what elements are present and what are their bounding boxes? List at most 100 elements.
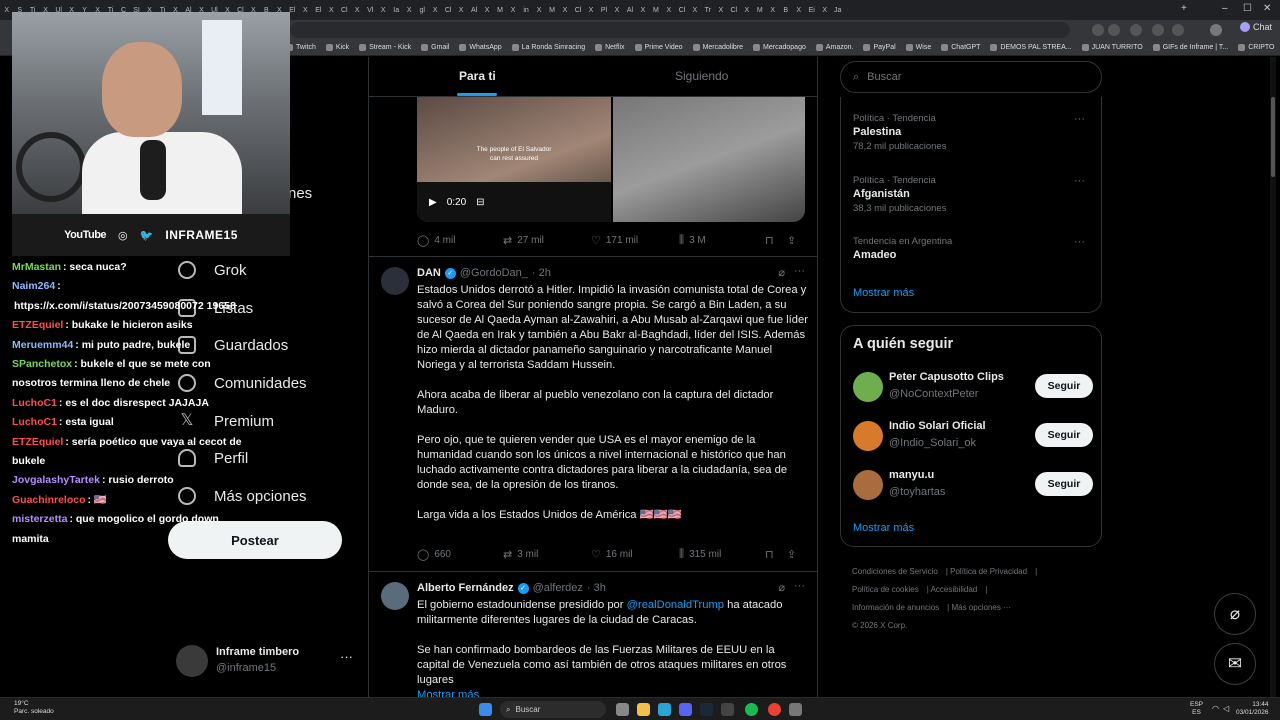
like-button[interactable]: ♡ 171 mil: [591, 234, 679, 247]
browser-tab[interactable]: X: [766, 3, 779, 17]
gemini-chat-button[interactable]: Chat: [1239, 22, 1272, 32]
sidebar-icon[interactable]: [1172, 24, 1184, 36]
tab-para-ti[interactable]: Para ti: [459, 69, 496, 83]
follow-button[interactable]: Seguir: [1035, 374, 1093, 398]
bookmark-item[interactable]: Stream - Kick: [359, 44, 411, 51]
browser-tab[interactable]: Cl: [442, 3, 455, 17]
mention-link[interactable]: @realDonaldTrump: [627, 599, 724, 611]
browser-tab[interactable]: El: [312, 3, 325, 17]
follow-suggestion[interactable]: manyu.u @toyhartas Seguir: [853, 468, 1093, 504]
more-horizontal-icon[interactable]: ···: [794, 265, 805, 277]
browser-tab[interactable]: X: [585, 3, 598, 17]
browser-tab[interactable]: Cl: [728, 3, 741, 17]
post-dan[interactable]: DAN ✓ @GordoDan_ · 2h ⌀ ··· Estados Unid…: [369, 256, 817, 571]
browser-tab[interactable]: X: [507, 3, 520, 17]
avatar[interactable]: [853, 372, 883, 402]
browser-tab[interactable]: X: [403, 3, 416, 17]
messages-fab-button[interactable]: ✉: [1214, 643, 1256, 685]
more-horizontal-icon[interactable]: ···: [1074, 175, 1085, 187]
views-button[interactable]: ⫼ 3 M: [679, 234, 765, 247]
tab-siguiendo[interactable]: Siguiendo: [675, 69, 728, 83]
browser-tab[interactable]: X: [533, 3, 546, 17]
browser-tab[interactable]: in: [520, 3, 533, 17]
image-thumbnail[interactable]: [613, 97, 805, 222]
search-input[interactable]: ⌕ Buscar: [840, 61, 1102, 93]
more-horizontal-icon[interactable]: ···: [1074, 113, 1085, 125]
downloads-icon[interactable]: [1152, 24, 1164, 36]
browser-tab[interactable]: Cl: [676, 3, 689, 17]
browser-tab[interactable]: X: [637, 3, 650, 17]
clock[interactable]: 13:44 03/01/2026: [1236, 701, 1269, 717]
avatar[interactable]: [381, 267, 409, 295]
bookmark-item[interactable]: GIFs de Inframe | T...: [1152, 44, 1228, 51]
browser-tab[interactable]: Pl: [598, 3, 611, 17]
steam-icon[interactable]: [700, 703, 713, 716]
browser-tab[interactable]: X: [818, 3, 831, 17]
more-horizontal-icon[interactable]: ···: [1074, 236, 1085, 248]
avatar[interactable]: [853, 470, 883, 500]
browser-tab[interactable]: Vl: [364, 3, 377, 17]
show-more-link[interactable]: Mostrar más: [417, 688, 809, 697]
nav-item-notificaciones[interactable]: nes: [288, 185, 312, 202]
post-alberto-fernandez[interactable]: Alberto Fernández ✓ @alferdez · 3h ⌀ ···…: [369, 571, 817, 697]
settings-icon[interactable]: [789, 703, 802, 716]
browser-tab[interactable]: M: [494, 3, 507, 17]
follow-suggestion[interactable]: Peter Capusotto Clips @NoContextPeter Se…: [853, 370, 1093, 406]
browser-tab[interactable]: X: [481, 3, 494, 17]
browser-tab[interactable]: X: [689, 3, 702, 17]
follow-suggestion[interactable]: Indio Solari Oficial @Indio_Solari_ok Se…: [853, 419, 1093, 455]
trend-item[interactable]: Política · Tendencia Afganistán 38,3 mil…: [853, 175, 1093, 214]
trends-show-more[interactable]: Mostrar más: [853, 287, 914, 299]
grok-fab-button[interactable]: ⌀: [1214, 593, 1256, 635]
follow-button[interactable]: Seguir: [1035, 472, 1093, 496]
browser-tab[interactable]: M: [753, 3, 766, 17]
browser-tab[interactable]: X: [351, 3, 364, 17]
bookmark-item[interactable]: Prime Video: [634, 44, 683, 51]
play-icon[interactable]: ▶: [429, 197, 437, 208]
profile-avatar-icon[interactable]: [1210, 24, 1222, 36]
bookmark-item[interactable]: PayPal: [863, 44, 896, 51]
trend-item[interactable]: Política · Tendencia Palestina 78,2 mil …: [853, 113, 1093, 152]
network-icon[interactable]: ◠: [1212, 704, 1219, 713]
volume-icon[interactable]: ◁: [1223, 704, 1229, 713]
bookmark-item[interactable]: Amazon.: [815, 44, 853, 51]
bookmark-item[interactable]: ChatGPT: [941, 44, 980, 51]
reply-button[interactable]: ◯ 4 mil: [417, 234, 503, 247]
windows-start-icon[interactable]: [479, 703, 492, 716]
trend-item[interactable]: Tendencia en Argentina Amadeo ···: [853, 236, 1093, 261]
reply-button[interactable]: ◯ 660: [417, 548, 503, 561]
more-horizontal-icon[interactable]: ···: [340, 649, 353, 664]
new-tab-button[interactable]: +: [1181, 3, 1187, 14]
bookmark-item[interactable]: DEMOS PAL STREA...: [990, 44, 1072, 51]
scrollbar-thumb[interactable]: [1271, 97, 1275, 177]
browser-tab[interactable]: B: [779, 3, 792, 17]
browser-tab[interactable]: Cl: [338, 3, 351, 17]
more-horizontal-icon[interactable]: ···: [794, 580, 805, 592]
bookmark-item[interactable]: Netflix: [595, 44, 625, 51]
browser-tab[interactable]: X: [455, 3, 468, 17]
repost-button[interactable]: ⇄ 3 mil: [503, 548, 591, 561]
browser-tab[interactable]: X: [429, 3, 442, 17]
browser-tab[interactable]: gl: [416, 3, 429, 17]
spotify-icon[interactable]: [745, 703, 758, 716]
obs-icon[interactable]: [721, 703, 734, 716]
taskbar-search[interactable]: ⌕ Buscar: [500, 701, 606, 718]
browser-tab[interactable]: Al: [624, 3, 637, 17]
maximize-button[interactable]: ☐: [1243, 3, 1252, 14]
bookmark-item[interactable]: WhatsApp: [459, 44, 502, 51]
bookmark-item[interactable]: JUAN TURRITO: [1081, 44, 1143, 51]
avatar[interactable]: [381, 582, 409, 610]
weather-widget[interactable]: 19°C Parc. soleado: [14, 700, 54, 716]
browser-tab[interactable]: X: [611, 3, 624, 17]
browser-tab[interactable]: Ja: [831, 3, 844, 17]
omnibox[interactable]: [290, 22, 1070, 38]
bookmark-button[interactable]: ⊓: [765, 234, 787, 247]
language-indicator[interactable]: ESP ES: [1190, 701, 1203, 717]
extension-icon[interactable]: [1092, 24, 1104, 36]
bookmark-item[interactable]: Kick: [325, 44, 349, 51]
bookmark-item[interactable]: La Ronda Simracing: [511, 44, 585, 51]
browser-tab[interactable]: Cl: [572, 3, 585, 17]
browser-tab[interactable]: Al: [468, 3, 481, 17]
edge-icon[interactable]: [658, 703, 671, 716]
follow-button[interactable]: Seguir: [1035, 423, 1093, 447]
